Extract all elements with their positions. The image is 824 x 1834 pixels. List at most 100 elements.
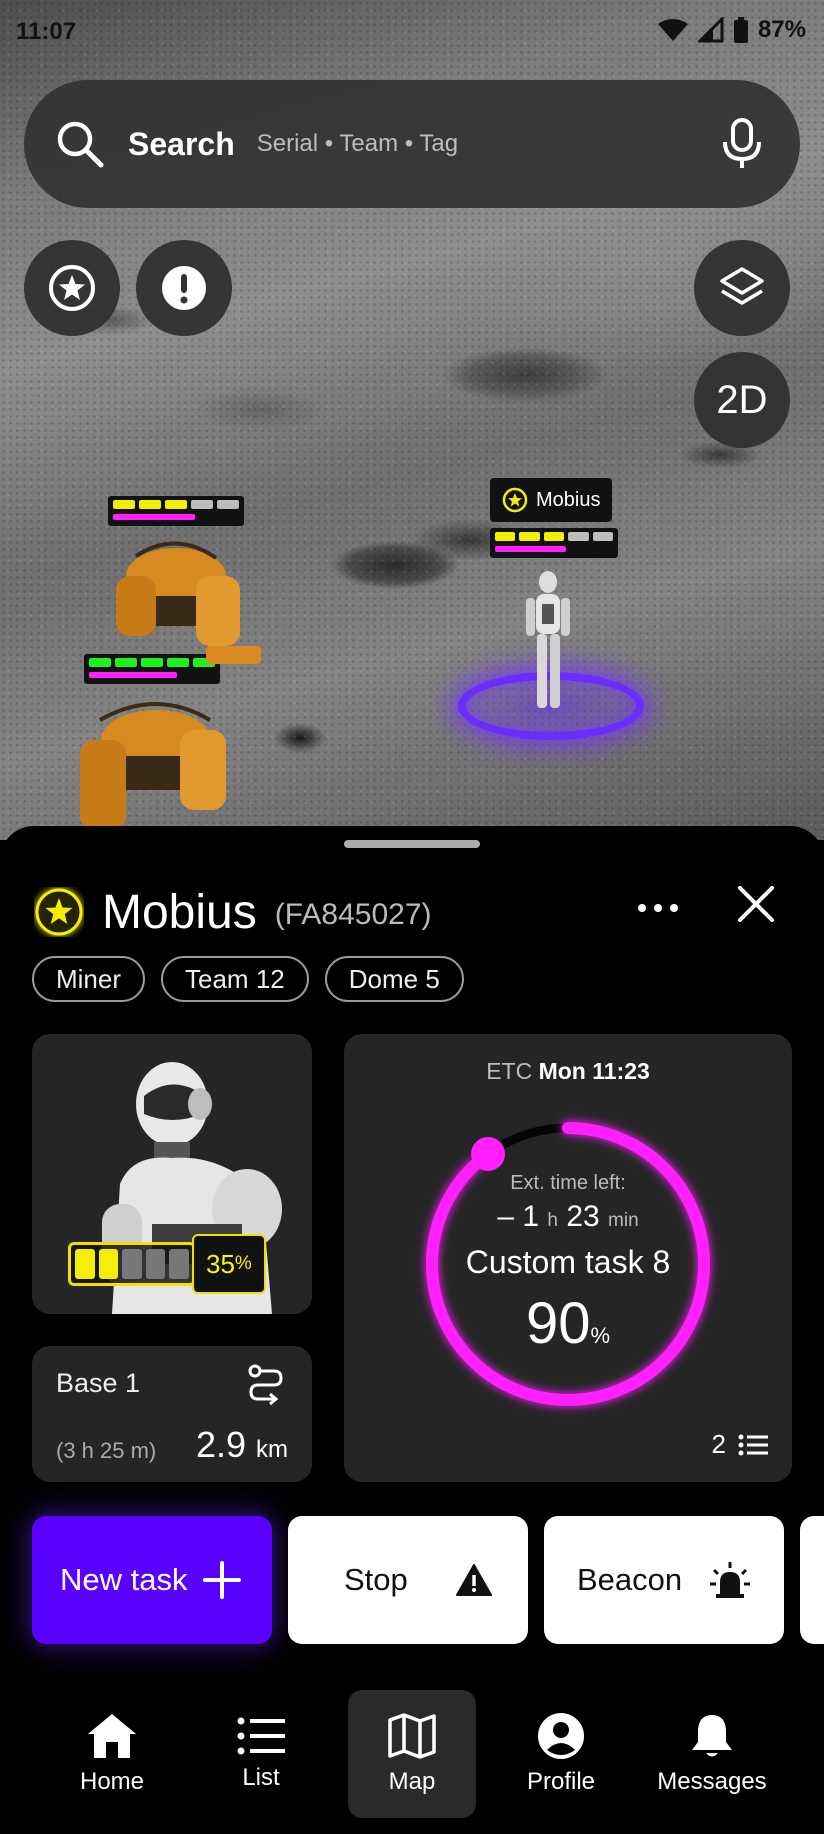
search-placeholder: Serial • Team • Tag [256,130,459,157]
etc-label: ETC Mon 11:23 [486,1058,650,1084]
nav-label: Profile [526,1768,596,1795]
task-queue-count: 2 [711,1429,726,1459]
energy-segment [139,500,161,509]
home-icon [88,1714,136,1758]
list-icon [237,1717,285,1755]
task-name: Custom task 8 [465,1244,671,1280]
wifi-icon [657,19,688,41]
energy-segment [165,500,187,509]
bell-icon [692,1715,732,1757]
energy-segment [113,500,135,509]
nav-label: Messages [657,1768,767,1795]
star-circle-icon [49,265,95,311]
nav-label: List [242,1764,280,1791]
battery-cell [75,1249,95,1279]
humanoid-robot-marker[interactable] [520,568,576,718]
battery-cell [145,1249,166,1279]
tag-chip[interactable]: Dome 5 [324,956,464,1002]
new-task-label: New task [60,1562,188,1597]
ext-time-value: – 1 h 23 min [497,1200,639,1233]
map-unit-name: Mobius [536,488,601,511]
more-actions-button[interactable] [800,1516,824,1644]
bottom-navigation: Home List Map Profile Messages [0,1690,824,1834]
star-circle-icon[interactable] [34,887,84,937]
base-eta: (3 h 25 m) [56,1438,157,1463]
energy-segment [217,500,239,509]
nav-label: Home [79,1768,145,1795]
stop-button[interactable]: Stop [288,1516,528,1644]
action-buttons: New task Stop Beacon [32,1516,824,1644]
more-options-icon[interactable] [636,900,680,916]
robot-details-sheet: Mobius (FA845027) Miner Team 12 Dome 5 3… [0,826,824,1834]
route-icon[interactable] [248,1364,284,1406]
status-battery-percent: 87% [757,16,806,43]
beacon-icon [710,1562,750,1598]
energy-segment [519,532,540,541]
beacon-button[interactable]: Beacon [544,1516,784,1644]
search-icon [57,121,104,168]
view-mode-label: 2D [716,377,768,422]
map-unit-label[interactable]: Mobius [490,478,613,522]
health-line [113,514,195,520]
microphone-icon[interactable] [720,118,764,170]
task-progress-card[interactable]: ETC Mon 11:23 Ext. time left: – 1 h 23 m… [344,1034,792,1482]
layers-icon [720,267,764,305]
robot-header: Mobius (FA845027) [34,882,790,942]
battery-cells [68,1242,196,1286]
base-name: Base 1 [56,1368,141,1398]
profile-icon [538,1713,584,1759]
warning-icon [456,1564,492,1596]
progress-knob [471,1136,506,1171]
battery-percent: 35% [192,1234,266,1294]
beacon-label: Beacon [577,1562,683,1597]
energy-segment [191,500,213,509]
map-unit-status-bar [108,496,244,526]
nav-profile[interactable]: Profile [497,1690,625,1818]
task-queue-button[interactable]: 2 [712,1429,768,1460]
stop-label: Stop [344,1562,408,1597]
new-task-button[interactable]: New task [32,1516,272,1644]
battery-cell [169,1249,189,1279]
list-icon [738,1434,768,1455]
map-unit-status-bar [490,528,618,558]
nav-label: Map [388,1768,436,1795]
tag-chip[interactable]: Miner [32,956,146,1002]
health-line [495,546,566,552]
ext-time-label: Ext. time left: [510,1172,626,1194]
nav-map[interactable]: Map [348,1690,476,1818]
status-bar: 11:07 87% [0,0,824,64]
alert-icon [162,266,206,310]
mining-robot-marker[interactable] [70,690,240,840]
battery-icon [733,17,748,43]
energy-segment [543,532,565,541]
nav-list[interactable]: List [197,1690,325,1818]
search-bar[interactable]: Search Serial • Team • Tag [24,80,800,208]
task-percent: 90% [525,1291,611,1356]
robot-photo-card[interactable]: 35% [32,1034,312,1314]
base-distance: 2.9 km [195,1424,288,1465]
mining-robot-marker[interactable] [96,536,266,686]
view-mode-button[interactable]: 2D [694,352,790,448]
status-icons: 87% [657,16,806,44]
favorites-button[interactable] [24,240,120,336]
energy-segment [592,532,614,541]
layers-button[interactable] [694,240,790,336]
tag-chip[interactable]: Team 12 [161,956,309,1002]
map-view[interactable]: 11:07 87% Search Serial • Team • Tag 2D … [0,0,824,840]
energy-segment [568,532,589,541]
search-label: Search [128,125,235,162]
plus-icon [203,1561,241,1599]
battery-cell [122,1249,142,1279]
sheet-drag-handle[interactable] [344,840,480,848]
robot-serial: (FA845027) [274,898,432,931]
map-icon [388,1713,436,1759]
signal-icon [697,17,724,43]
status-time: 11:07 [16,18,77,45]
nav-home[interactable]: Home [48,1690,176,1818]
close-icon[interactable] [736,884,776,924]
base-card[interactable]: Base 1 (3 h 25 m) 2.9 km [32,1346,312,1482]
star-circle-icon [502,487,528,513]
nav-messages[interactable]: Messages [647,1690,777,1818]
alerts-button[interactable] [136,240,232,336]
robot-tags: Miner Team 12 Dome 5 [32,956,464,1002]
